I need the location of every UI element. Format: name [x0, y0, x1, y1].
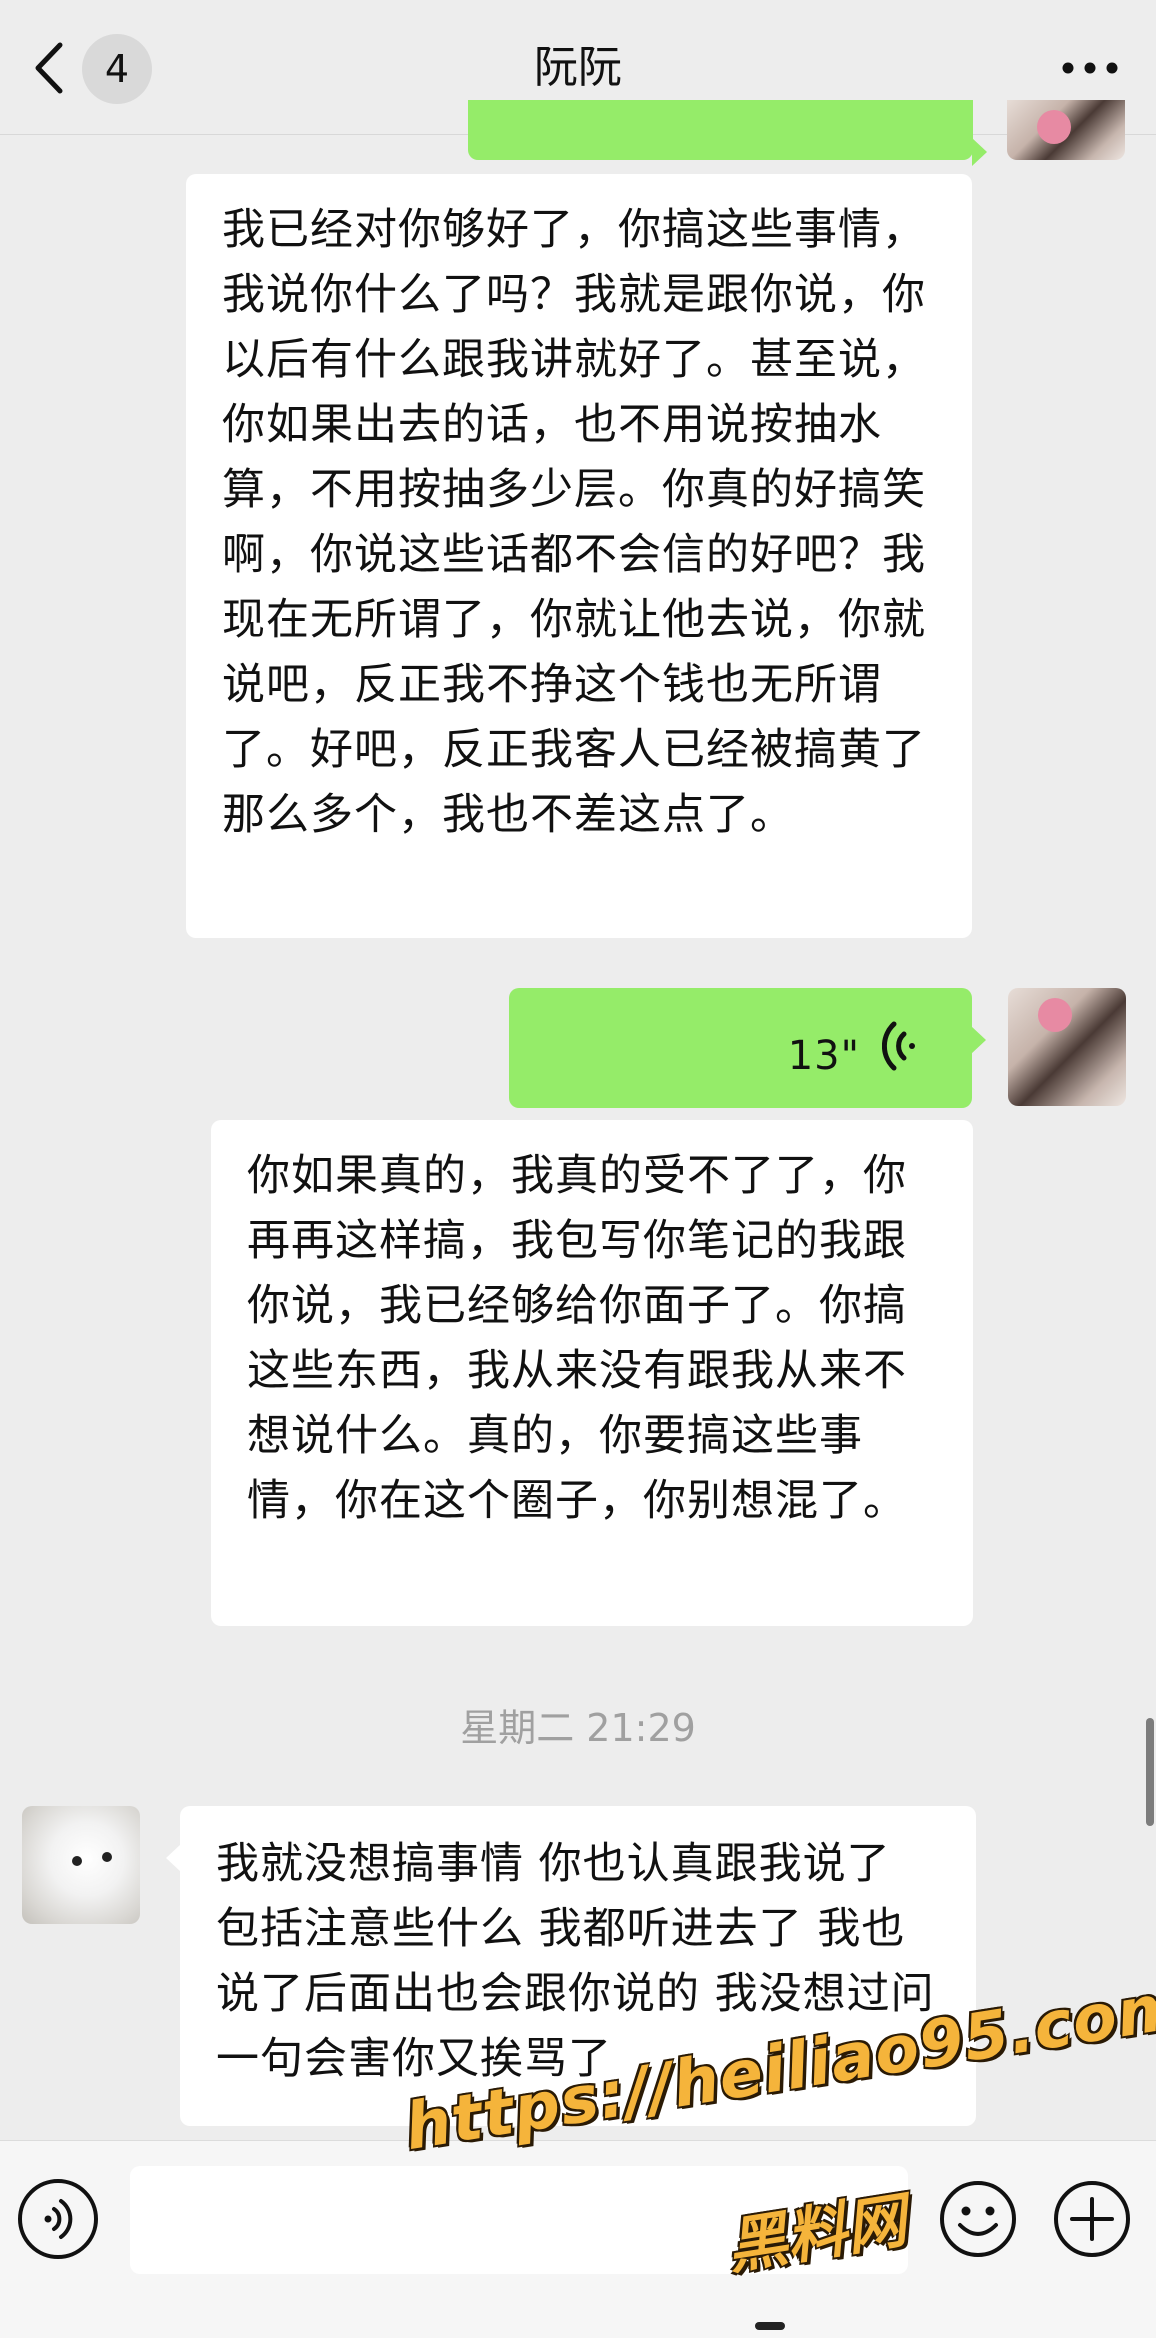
voice-icon [44, 2199, 73, 2239]
avatar-self[interactable] [1007, 100, 1125, 160]
message-bubble-other[interactable]: 你如果真的，我真的受不了了，你再再这样搞，我包写你笔记的我跟你说，我已经够给你面… [211, 1120, 973, 1626]
voice-playback-icon [882, 1021, 915, 1071]
avatar-self[interactable] [1008, 988, 1126, 1106]
voice-input-toggle[interactable] [18, 2179, 98, 2259]
emoji-button[interactable] [938, 2179, 1018, 2259]
voice-duration: 13" [787, 1033, 860, 1079]
more-options-button[interactable] [1060, 50, 1120, 86]
chat-title: 阮阮 [534, 42, 622, 93]
input-bar [0, 2140, 1156, 2338]
home-indicator [755, 2322, 785, 2330]
avatar-other[interactable] [22, 1806, 140, 1924]
smiley-icon [940, 2181, 1016, 2257]
more-functions-button[interactable] [1052, 2179, 1132, 2259]
avatar-eye [102, 1852, 112, 1862]
message-bubble-self-partial[interactable] [468, 100, 987, 166]
voice-message-bubble[interactable]: 13" [509, 988, 986, 1108]
plus-icon [1054, 2181, 1130, 2257]
avatar-eye [72, 1856, 82, 1866]
timestamp: 星期二 21:29 [460, 1706, 696, 1750]
more-icon [1062, 62, 1118, 74]
scrollbar[interactable] [1146, 1718, 1154, 1826]
message-bubble-other[interactable]: 我已经对你够好了，你搞这些事情，我说你什么了吗？我就是跟你说，你以后有什么跟我讲… [186, 174, 972, 938]
